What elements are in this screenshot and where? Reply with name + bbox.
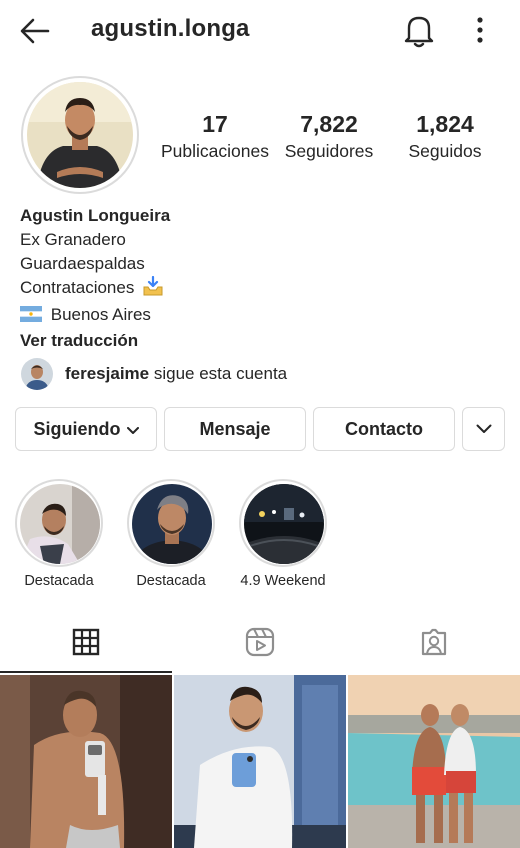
post-thumbnail[interactable] [174,675,346,848]
story-highlight[interactable]: Destacada [14,479,104,589]
argentina-flag-icon [20,305,42,329]
highlight-label: 4.9 Weekend [240,573,326,589]
profile-photo [27,82,133,188]
highlight-ring [15,479,103,567]
vertical-dots-icon [477,17,483,43]
tab-posts-grid[interactable] [0,613,172,673]
highlight-cover [132,484,212,564]
followed-by-text: feresjaime sigue esta cuenta [65,364,287,384]
suggested-accounts-button[interactable] [462,407,505,451]
contact-button[interactable]: Contacto [313,407,455,451]
followers-count[interactable]: 7,822 Seguidores [280,110,378,164]
see-translation-link[interactable]: Ver traducción [20,329,500,353]
bio-line: Ex Granadero [20,230,126,249]
following-count[interactable]: 1,824 Seguidos [400,110,490,164]
tab-reels[interactable] [174,613,346,671]
follows-account-text: sigue esta cuenta [153,364,288,383]
profile-username: agustin.longa [91,15,250,42]
top-bar: agustin.longa [0,0,520,60]
bio-location-text: Buenos Aires [50,305,151,324]
follower-avatar[interactable] [21,358,53,390]
more-options-button[interactable] [468,14,492,46]
highlight-cover [20,484,100,564]
followers-value: 7,822 [300,111,358,137]
following-value: 1,824 [416,111,474,137]
tab-tagged[interactable] [348,613,520,671]
highlight-ring [127,479,215,567]
profile-bio: Agustin Longueira Ex Granadero Guardaesp… [20,204,500,353]
message-button[interactable]: Mensaje [164,407,306,451]
following-button-label: Siguiendo [33,418,121,439]
back-button[interactable] [18,14,52,48]
bio-line-text: Contrataciones [20,278,135,297]
inbox-tray-icon [142,275,164,303]
story-highlight[interactable]: Destacada [126,479,216,589]
post-thumbnail[interactable] [0,675,172,848]
follower-username[interactable]: feresjaime [65,364,149,383]
reels-icon [245,627,275,657]
story-highlight[interactable]: 4.9 Weekend [238,479,328,589]
highlight-cover [244,484,324,564]
bell-icon [404,16,434,48]
chevron-down-icon [126,419,139,440]
notifications-button[interactable] [402,12,436,48]
full-name: Agustin Longueira [20,206,171,225]
bio-line-contracts: Contrataciones [20,275,500,303]
highlight-label: Destacada [136,573,206,589]
followers-label: Seguidores [284,141,374,161]
arrow-left-icon [20,18,50,44]
highlight-ring [239,479,327,567]
grid-icon [72,628,100,656]
followed-by-row[interactable]: feresjaime sigue esta cuenta [21,357,287,391]
posts-value: 17 [202,111,228,137]
following-button[interactable]: Siguiendo [15,407,157,451]
post-thumbnail[interactable] [348,675,520,848]
highlight-label: Destacada [24,573,94,589]
tagged-person-icon [421,628,447,656]
following-label: Seguidos [408,141,482,161]
bio-line-location: Buenos Aires [20,303,500,329]
bio-line: Guardaespaldas [20,254,145,273]
posts-label: Publicaciones [161,141,269,161]
profile-tabs [0,613,520,673]
profile-avatar[interactable] [21,76,139,194]
chevron-down-icon [476,424,491,433]
posts-count[interactable]: 17 Publicaciones [160,110,270,164]
